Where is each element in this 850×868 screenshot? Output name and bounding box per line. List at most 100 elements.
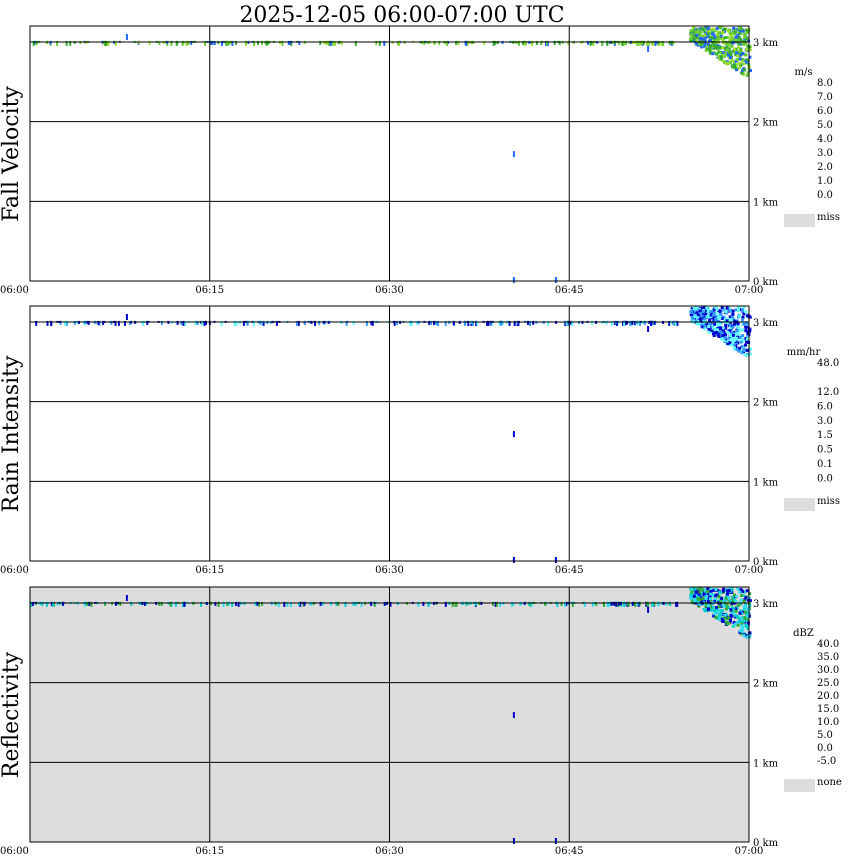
- data-cell: [647, 45, 650, 52]
- x-tick-label: 06:30: [375, 846, 404, 857]
- data-cell: [716, 328, 720, 332]
- data-cell: [738, 346, 742, 350]
- data-cell: [740, 71, 744, 75]
- data-cell: [711, 27, 715, 31]
- data-cell: [729, 34, 733, 38]
- data-cell: [745, 614, 749, 618]
- colorbar-label: 3.0: [817, 416, 833, 427]
- data-cell: [726, 331, 730, 334]
- data-cell: [745, 348, 749, 352]
- data-cell: [739, 598, 743, 602]
- colorbar-label: 3.0: [817, 148, 833, 159]
- data-cell: [741, 334, 745, 337]
- data-cell: [742, 32, 746, 36]
- colorbar-label: 8.0: [817, 78, 833, 89]
- data-cell: [692, 598, 696, 602]
- data-cell: [702, 28, 706, 32]
- data-cell: [723, 616, 727, 620]
- colorbar-label: 1.5: [817, 430, 833, 441]
- data-cell: [723, 614, 727, 617]
- data-cell: [740, 351, 744, 355]
- data-cell: [730, 337, 734, 341]
- data-cell: [745, 635, 749, 639]
- colorbar-label: 7.0: [817, 92, 833, 103]
- data-cell: [738, 57, 742, 61]
- colorbar-label: 1.0: [817, 176, 833, 187]
- data-cell: [741, 52, 745, 55]
- data-cell: [709, 590, 713, 593]
- y-tick-label: 2 km: [753, 398, 779, 409]
- data-cell: [696, 322, 700, 326]
- data-cell: [732, 26, 736, 30]
- data-cell: [711, 52, 715, 56]
- colorbar-label: 40.0: [817, 639, 839, 650]
- data-cell: [745, 47, 749, 51]
- data-cell: [706, 26, 710, 30]
- data-cell: [709, 592, 713, 596]
- data-cell: [717, 604, 721, 608]
- data-cell: [512, 712, 515, 719]
- data-cell: [737, 26, 741, 30]
- data-cell: [729, 608, 733, 612]
- data-cell: [744, 596, 748, 600]
- data-cell: [714, 588, 718, 591]
- data-cell: [690, 32, 694, 36]
- data-cell: [721, 609, 724, 613]
- data-cell: [699, 36, 703, 40]
- x-tick-label: 06:15: [195, 565, 224, 576]
- data-cell: [718, 590, 722, 594]
- data-cell: [711, 326, 715, 330]
- colorbar-label: 4.0: [817, 134, 833, 145]
- data-cell: [706, 308, 710, 312]
- data-cell: [737, 42, 741, 46]
- data-cell: [741, 308, 744, 312]
- y-tick-label: 0 km: [753, 557, 779, 568]
- data-cell: [695, 306, 699, 310]
- colorbar-label: 0.0: [817, 190, 833, 201]
- x-tick-label: 06:00: [0, 846, 29, 857]
- data-cell: [743, 68, 747, 72]
- data-cell: [725, 306, 729, 310]
- data-cell: [707, 330, 711, 334]
- data-cell: [729, 318, 733, 322]
- data-cell: [745, 73, 749, 77]
- x-tick-label: 06:45: [555, 565, 584, 576]
- data-cell: [727, 29, 730, 33]
- data-cell: [728, 323, 732, 327]
- data-cell: [714, 331, 718, 334]
- data-cell: [703, 609, 707, 613]
- data-cell: [718, 46, 722, 50]
- data-cell: [712, 44, 716, 47]
- colorbar-label: 6.0: [817, 401, 833, 412]
- data-cell: [719, 26, 723, 30]
- y-tick-label: 1 km: [753, 477, 779, 488]
- data-cell: [722, 587, 725, 591]
- data-cell: [731, 312, 735, 316]
- data-cell: [647, 325, 650, 332]
- data-cell: [738, 314, 742, 318]
- data-cell: [696, 313, 700, 317]
- data-cell: [730, 59, 734, 63]
- data-cell: [719, 326, 723, 330]
- data-cell: [742, 633, 746, 637]
- data-cell: [744, 28, 748, 32]
- data-cell: [717, 36, 721, 40]
- data-cell: [721, 326, 725, 330]
- data-cell: [710, 309, 714, 313]
- data-cell: [729, 613, 733, 617]
- colorbar-label: 6.0: [817, 106, 833, 117]
- data-cell: [741, 58, 745, 62]
- colorbar-label: 0.0: [817, 474, 833, 485]
- data-cell: [735, 595, 739, 599]
- data-cell: [725, 603, 729, 607]
- data-cell: [690, 315, 694, 319]
- colorbar-miss-label: miss: [817, 496, 840, 507]
- data-cell: [706, 590, 710, 593]
- colorbar-label: 12.0: [817, 387, 839, 398]
- data-cell: [711, 313, 715, 317]
- data-cell: [711, 32, 714, 36]
- data-cell: [724, 607, 728, 611]
- data-cell: [736, 615, 740, 619]
- data-cell: [707, 32, 711, 36]
- data-cell: [713, 322, 717, 326]
